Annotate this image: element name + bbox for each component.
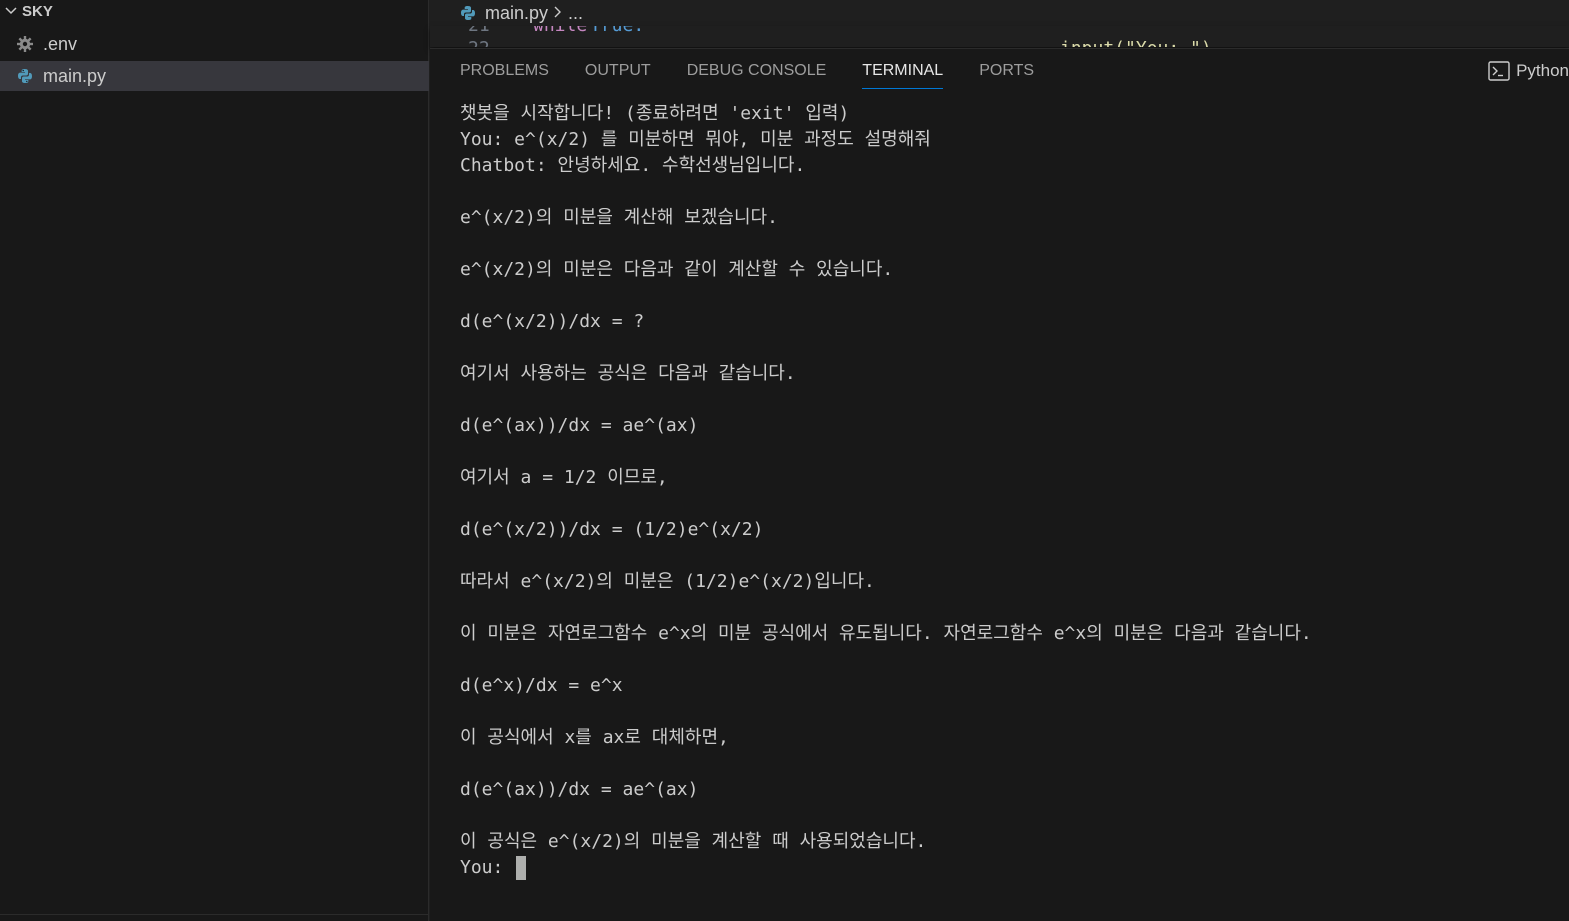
panel-tabs: PROBLEMS OUTPUT DEBUG CONSOLE TERMINAL P… [430, 49, 1569, 93]
terminal-prompt: You: [460, 857, 515, 878]
terminal-line: 이 공식은 e^(x/2)의 미분을 계산할 때 사용되었습니다. [460, 831, 927, 852]
tab-output[interactable]: OUTPUT [585, 49, 651, 93]
terminal-cursor [516, 856, 527, 880]
code-keyword: while [533, 26, 587, 36]
terminal-line: 이 미분은 자연로그함수 e^x의 미분 공식에서 유도됩니다. 자연로그함수 … [460, 623, 1312, 644]
terminal-profile-name: Python [1516, 61, 1569, 80]
terminal-profile[interactable]: Python [1488, 49, 1569, 93]
python-icon [460, 5, 476, 21]
bottom-panel: PROBLEMS OUTPUT DEBUG CONSOLE TERMINAL P… [430, 48, 1569, 921]
tab-debug-console[interactable]: DEBUG CONSOLE [687, 49, 827, 93]
terminal-line: 챗봇을 시작합니다! (종료하려면 'exit' 입력) [460, 103, 850, 124]
code-editor-peek[interactable]: 21 while True: 22 input("You: ") [430, 26, 1569, 47]
terminal-line: d(e^(ax))/dx = ae^(ax) [460, 779, 699, 800]
line-number: 21 [468, 26, 490, 36]
breadcrumb-file[interactable]: main.py [485, 3, 548, 24]
terminal-line: e^(x/2)의 미분은 다음과 같이 계산할 수 있습니다. [460, 259, 894, 280]
terminal-line: You: e^(x/2) 를 미분하면 뭐야, 미분 과정도 설명해줘 [460, 129, 931, 150]
code-call: input("You: ") [1060, 38, 1212, 47]
terminal-line: 따라서 e^(x/2)의 미분은 (1/2)e^(x/2)입니다. [460, 571, 875, 592]
terminal-line: d(e^x)/dx = e^x [460, 675, 623, 696]
code-keyword: True: [590, 26, 644, 36]
explorer-sidebar: SKY .env main.py [0, 0, 429, 921]
terminal-line: e^(x/2)의 미분을 계산해 보겠습니다. [460, 207, 778, 228]
line-number: 22 [468, 38, 490, 47]
terminal-line: d(e^(ax))/dx = ae^(ax) [460, 415, 699, 436]
terminal-line: 이 공식에서 x를 ax로 대체하면, [460, 727, 729, 748]
folder-header[interactable]: SKY [0, 0, 429, 22]
gear-icon [16, 35, 34, 53]
terminal-icon [1488, 61, 1510, 81]
tab-ports[interactable]: PORTS [979, 49, 1034, 93]
terminal-output[interactable]: 챗봇을 시작합니다! (종료하려면 'exit' 입력) You: e^(x/2)… [460, 101, 1565, 911]
tab-problems[interactable]: PROBLEMS [460, 49, 549, 93]
file-name: main.py [43, 65, 107, 86]
file-item-main-py[interactable]: main.py [0, 61, 429, 91]
terminal-prompt-line[interactable]: You: [460, 855, 1565, 881]
terminal-line: 여기서 a = 1/2 이므로, [460, 467, 668, 488]
python-icon [16, 67, 34, 85]
breadcrumb-symbols[interactable]: ... [568, 3, 583, 24]
breadcrumb: main.py ... [430, 0, 1569, 26]
terminal-line: Chatbot: 안녕하세요. 수학선생님입니다. [460, 155, 806, 176]
chevron-down-icon [0, 4, 22, 18]
file-name: .env [43, 33, 78, 54]
terminal-line: d(e^(x/2))/dx = (1/2)e^(x/2) [460, 519, 764, 540]
chevron-right-icon [553, 5, 563, 22]
sidebar-divider [0, 914, 429, 915]
terminal-line: 여기서 사용하는 공식은 다음과 같습니다. [460, 363, 796, 384]
terminal-line: d(e^(x/2))/dx = ? [460, 311, 645, 332]
tab-terminal[interactable]: TERMINAL [862, 49, 943, 93]
folder-name: SKY [22, 2, 53, 20]
file-item-env[interactable]: .env [0, 29, 429, 59]
